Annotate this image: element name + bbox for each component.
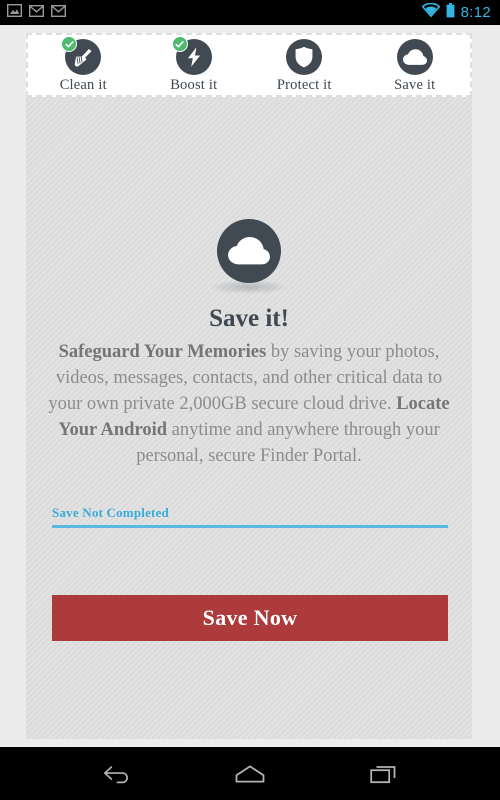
app-viewport: Clean it Boost it Protect it Save it Sav… xyxy=(0,25,500,747)
status-bar-clock: 8:12 xyxy=(460,4,491,21)
page-title: Save it! xyxy=(209,305,289,332)
image-icon xyxy=(6,3,23,22)
tab-boost-it[interactable]: Boost it xyxy=(139,35,250,95)
step-tab-bar: Clean it Boost it Protect it Save it xyxy=(26,33,472,97)
cloud-icon xyxy=(396,39,433,75)
hero-description: Safeguard Your Memories by saving your p… xyxy=(45,339,453,469)
save-progress-bar xyxy=(52,525,448,528)
save-it-content-panel: Save it! Safeguard Your Memories by savi… xyxy=(26,97,472,739)
wifi-icon xyxy=(421,2,441,22)
tab-clean-it[interactable]: Clean it xyxy=(28,35,139,95)
hero-icon-wrap xyxy=(210,219,288,294)
android-navigation-bar xyxy=(0,747,500,800)
tab-protect-it-label: Protect it xyxy=(276,77,332,93)
hero-description-text-2: anytime and anywhere through your person… xyxy=(136,420,440,466)
shield-icon xyxy=(286,39,323,75)
tab-protect-it-icon-wrap xyxy=(286,39,323,75)
save-now-button[interactable]: Save Now xyxy=(52,595,448,641)
tab-save-it-label: Save it xyxy=(394,77,436,93)
cloud-icon xyxy=(217,219,281,283)
status-bar-left-icons xyxy=(0,3,67,22)
save-status-label: Save Not Completed xyxy=(52,505,169,520)
tab-clean-it-icon-wrap xyxy=(61,36,102,75)
tab-clean-it-label: Clean it xyxy=(59,77,107,93)
battery-icon xyxy=(446,2,455,23)
tab-boost-it-label: Boost it xyxy=(170,77,218,93)
hero-section: Save it! Safeguard Your Memories by savi… xyxy=(26,219,472,469)
recents-icon[interactable] xyxy=(360,754,408,794)
tab-boost-it-icon-wrap xyxy=(171,36,212,75)
mail-icon xyxy=(50,4,67,22)
completed-check-icon xyxy=(171,36,188,52)
status-bar: 8:12 xyxy=(0,0,500,25)
status-bar-right-icons: 8:12 xyxy=(421,2,500,23)
save-progress-block: Save Not Completed xyxy=(52,505,448,528)
tab-protect-it[interactable]: Protect it xyxy=(249,35,360,95)
tab-save-it[interactable]: Save it xyxy=(360,35,471,95)
home-icon[interactable] xyxy=(226,754,274,794)
mail-icon xyxy=(28,4,45,22)
back-icon[interactable] xyxy=(92,754,140,794)
hero-description-bold-1: Safeguard Your Memories xyxy=(58,342,267,362)
tab-save-it-icon-wrap xyxy=(396,39,433,75)
